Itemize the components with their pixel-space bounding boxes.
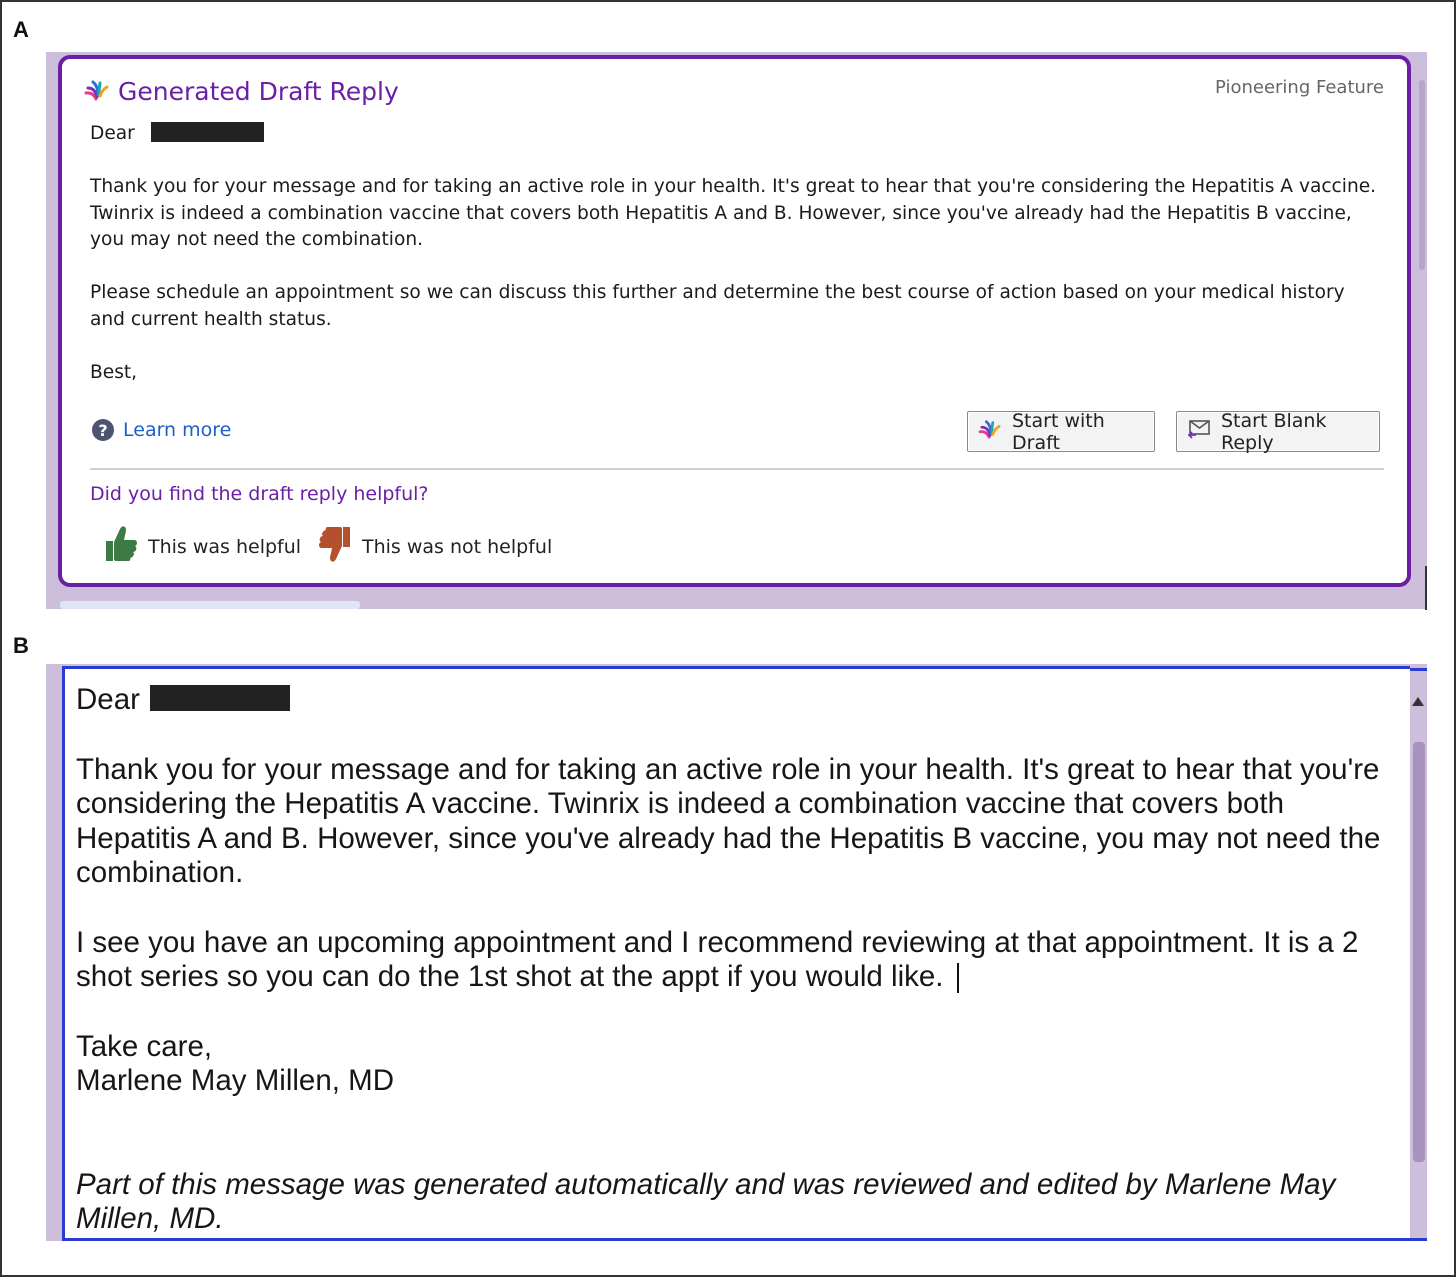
draft-greeting-line: Dear	[90, 121, 1380, 148]
sparkle-icon	[84, 79, 110, 105]
question-circle-icon: ?	[92, 419, 114, 441]
draft-paragraph-2: Please schedule an appointment so we can…	[90, 282, 1345, 330]
helpful-button[interactable]: This was helpful	[104, 525, 301, 568]
draft-message-body: Dear Thank you for your message and for …	[90, 121, 1380, 386]
redacted-name	[150, 121, 264, 142]
reply-envelope-icon	[1187, 419, 1211, 444]
reply-paragraph-2-line: I see you have an upcoming appointment a…	[76, 926, 1406, 995]
reply-signature: Marlene May Millen, MD	[76, 1064, 395, 1097]
feedback-question: Did you find the draft reply helpful?	[90, 483, 429, 505]
ai-disclaimer: Part of this message was generated autom…	[76, 1167, 1336, 1236]
draft-title: Generated Draft Reply	[118, 77, 399, 106]
editor-top-edge	[1410, 668, 1427, 671]
reply-paragraph-1: Thank you for your message and for takin…	[76, 752, 1381, 890]
start-blank-reply-button[interactable]: Start Blank Reply	[1176, 409, 1380, 454]
draft-paragraph-1: Thank you for your message and for takin…	[90, 176, 1377, 250]
draft-title-row: Generated Draft Reply	[84, 77, 399, 106]
panel-a-edge	[1425, 566, 1427, 610]
text-cursor	[957, 963, 960, 994]
sparkle-icon	[978, 419, 1002, 444]
reply-paragraph-2: I see you have an upcoming appointment a…	[76, 925, 1359, 994]
panel-label-a: A	[13, 17, 29, 42]
panel-label-b: B	[13, 633, 29, 658]
start-with-draft-label: Start with Draft	[1012, 409, 1105, 454]
reply-message-body[interactable]: Dear Thank you for your message and for …	[76, 683, 1406, 1237]
start-blank-reply-label: Start Blank Reply	[1221, 409, 1327, 454]
learn-more-link[interactable]: ? Learn more	[92, 419, 231, 441]
reply-editor[interactable]: Dear Thank you for your message and for …	[62, 666, 1410, 1241]
reply-closing: Take care,	[76, 1029, 213, 1063]
thumbs-up-icon	[104, 525, 138, 568]
not-helpful-button[interactable]: This was not helpful	[318, 525, 552, 568]
helpful-label: This was helpful	[148, 535, 302, 558]
editor-scrollbar[interactable]	[1413, 742, 1425, 1162]
scroll-up-icon[interactable]	[1412, 697, 1424, 706]
reply-greeting: Dear	[76, 683, 140, 716]
pioneering-feature-badge: Pioneering Feature	[1214, 77, 1384, 98]
draft-greeting: Dear	[90, 123, 135, 144]
learn-more-label[interactable]: Learn more	[123, 419, 231, 441]
thumbs-down-icon	[318, 525, 352, 568]
feedback-divider	[90, 468, 1384, 470]
redacted-name	[149, 685, 290, 712]
panel-a-scrollbar[interactable]	[1419, 80, 1425, 270]
reply-greeting-line: Dear	[76, 683, 1406, 718]
generated-draft-card: Generated Draft Reply Pioneering Feature…	[58, 55, 1411, 587]
editor-bottom-edge	[62, 1238, 1427, 1241]
panel-a-bottom-strip	[60, 601, 360, 609]
draft-closing: Best,	[90, 361, 138, 383]
start-with-draft-button[interactable]: Start with Draft	[967, 409, 1155, 454]
not-helpful-label: This was not helpful	[362, 535, 553, 558]
